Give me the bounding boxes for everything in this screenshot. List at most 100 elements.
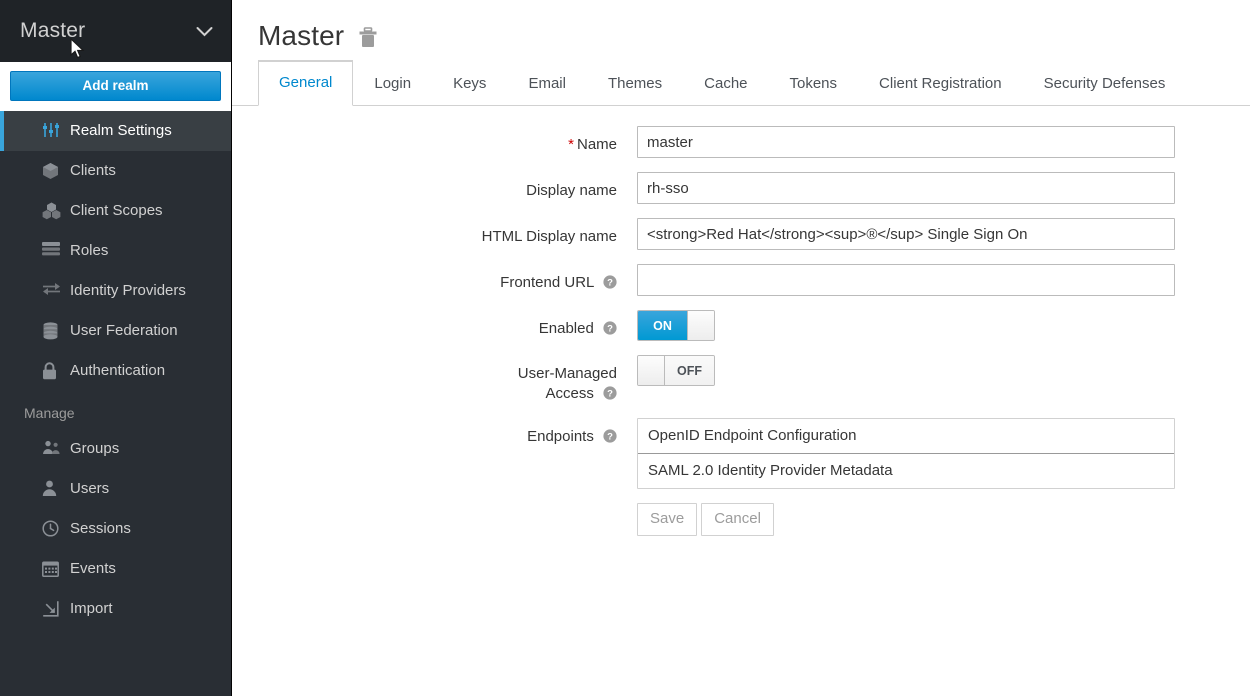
display-name-field-wrapper (637, 172, 1250, 204)
exchange-arrows-icon (42, 282, 70, 296)
page-title: Master (258, 20, 345, 51)
main-content: Master General Login Keys Email Themes C… (232, 0, 1250, 696)
frontend-url-field-wrapper (637, 264, 1250, 296)
toggle-handle (638, 356, 665, 385)
sidebar-item-client-scopes[interactable]: Client Scopes (0, 191, 231, 231)
user-managed-access-label-line2-wrap: Access ? (232, 384, 617, 404)
form-actions: Save Cancel (637, 503, 1250, 536)
realm-selector[interactable]: Master (0, 0, 231, 62)
clock-icon (42, 520, 70, 537)
sidebar-item-groups[interactable]: Groups (0, 429, 231, 469)
sidebar-item-label: Roles (70, 242, 109, 259)
question-circle-icon[interactable]: ? (603, 386, 617, 400)
enabled-field-wrapper: ON (637, 310, 1250, 341)
form-row-name: * Name (232, 126, 1250, 158)
endpoints-list: OpenID Endpoint Configuration SAML 2.0 I… (637, 418, 1175, 489)
lock-icon (42, 362, 70, 380)
toggle-handle (687, 311, 714, 340)
user-icon (42, 480, 70, 496)
user-managed-access-label: User-Managed Access ? (232, 355, 637, 404)
sidebar: Master Add realm Realm Settings Clients … (0, 0, 232, 696)
chevron-down-icon (196, 26, 213, 37)
database-icon (42, 322, 70, 340)
sidebar-item-label: Clients (70, 162, 116, 179)
tab-keys[interactable]: Keys (432, 62, 507, 106)
sidebar-item-sessions[interactable]: Sessions (0, 509, 231, 549)
sidebar-item-label: Identity Providers (70, 282, 186, 299)
sidebar-item-events[interactable]: Events (0, 549, 231, 589)
cancel-button[interactable]: Cancel (701, 503, 774, 536)
html-display-name-label: HTML Display name (481, 228, 617, 245)
frontend-url-label: Frontend URL ? (232, 264, 637, 296)
svg-text:?: ? (607, 389, 613, 400)
tab-themes[interactable]: Themes (587, 62, 683, 106)
user-managed-access-label-line2: Access (545, 385, 594, 402)
enabled-toggle[interactable]: ON (637, 310, 715, 341)
svg-text:?: ? (607, 324, 613, 335)
user-managed-access-field-wrapper: OFF (637, 355, 1250, 404)
sidebar-item-label: Groups (70, 440, 120, 457)
sidebar-item-label: Events (70, 560, 116, 577)
sidebar-item-label: Import (70, 600, 113, 617)
sidebar-item-clients[interactable]: Clients (0, 151, 231, 191)
name-input[interactable] (637, 126, 1175, 158)
sidebar-item-label: Users (70, 480, 110, 497)
trash-icon[interactable] (358, 26, 378, 49)
tab-client-registration[interactable]: Client Registration (858, 62, 1023, 106)
general-settings-form: *Name Display name HTML Display name (232, 106, 1250, 536)
question-circle-icon[interactable]: ? (603, 321, 617, 335)
import-arrow-icon (42, 600, 70, 617)
question-circle-icon[interactable]: ? (603, 275, 617, 289)
sidebar-item-user-federation[interactable]: User Federation (0, 311, 231, 351)
html-display-name-field-wrapper (637, 218, 1250, 250)
enabled-label-text: Enabled (538, 320, 594, 337)
user-managed-access-label-line1: User-Managed (517, 365, 617, 382)
sidebar-item-identity-providers[interactable]: Identity Providers (0, 271, 231, 311)
keycloak-admin-console: Master Add realm Realm Settings Clients … (0, 0, 1250, 696)
endpoints-label: Endpoints ? (232, 418, 637, 536)
sidebar-nav: Realm Settings Clients Client Scopes Rol… (0, 111, 231, 629)
tab-email[interactable]: Email (507, 62, 587, 106)
tab-login[interactable]: Login (353, 62, 432, 106)
calendar-icon (42, 560, 70, 577)
question-circle-icon[interactable]: ? (603, 429, 617, 443)
list-rows-icon (42, 242, 70, 256)
frontend-url-input[interactable] (637, 264, 1175, 296)
form-row-enabled: Enabled ? ON (232, 310, 1250, 341)
sidebar-item-users[interactable]: Users (0, 469, 231, 509)
user-managed-access-toggle-state: OFF (665, 356, 714, 385)
name-label: * Name (232, 126, 637, 158)
form-row-user-managed-access: User-Managed Access ? OFF (232, 355, 1250, 404)
name-label-text: Name (576, 136, 617, 153)
frontend-url-label-text: Frontend URL (500, 274, 594, 291)
sidebar-item-label: User Federation (70, 322, 178, 339)
tab-general[interactable]: General (258, 60, 354, 106)
required-marker: * (568, 136, 574, 153)
endpoint-openid-configuration[interactable]: OpenID Endpoint Configuration (638, 419, 1174, 453)
endpoints-field-wrapper: OpenID Endpoint Configuration SAML 2.0 I… (637, 418, 1250, 536)
save-button[interactable]: Save (637, 503, 698, 536)
page-header: Master (232, 0, 1250, 58)
tab-tokens[interactable]: Tokens (769, 62, 859, 106)
tab-cache[interactable]: Cache (683, 62, 768, 106)
sidebar-item-authentication[interactable]: Authentication (0, 351, 231, 391)
html-display-name-input[interactable] (637, 218, 1175, 250)
cube-icon (42, 162, 70, 180)
sidebar-item-realm-settings[interactable]: Realm Settings (0, 111, 231, 151)
sidebar-item-roles[interactable]: Roles (0, 231, 231, 271)
form-row-endpoints: Endpoints ? OpenID Endpoint Configuratio… (232, 418, 1250, 536)
tab-security-defenses[interactable]: Security Defenses (1023, 62, 1187, 106)
add-realm-button[interactable]: Add realm (10, 71, 221, 101)
form-row-html-display-name: HTML Display name (232, 218, 1250, 250)
endpoint-saml-metadata[interactable]: SAML 2.0 Identity Provider Metadata (638, 453, 1174, 488)
sidebar-item-import[interactable]: Import (0, 589, 231, 629)
add-realm-band: Add realm (0, 62, 231, 111)
sidebar-item-label: Client Scopes (70, 202, 163, 219)
realm-selector-label: Master (20, 19, 86, 42)
display-name-input[interactable] (637, 172, 1175, 204)
enabled-toggle-state: ON (638, 311, 687, 340)
sidebar-item-label: Sessions (70, 520, 131, 537)
sliders-icon (42, 122, 70, 138)
user-managed-access-toggle[interactable]: OFF (637, 355, 715, 386)
sidebar-section-manage: Manage (24, 405, 75, 421)
